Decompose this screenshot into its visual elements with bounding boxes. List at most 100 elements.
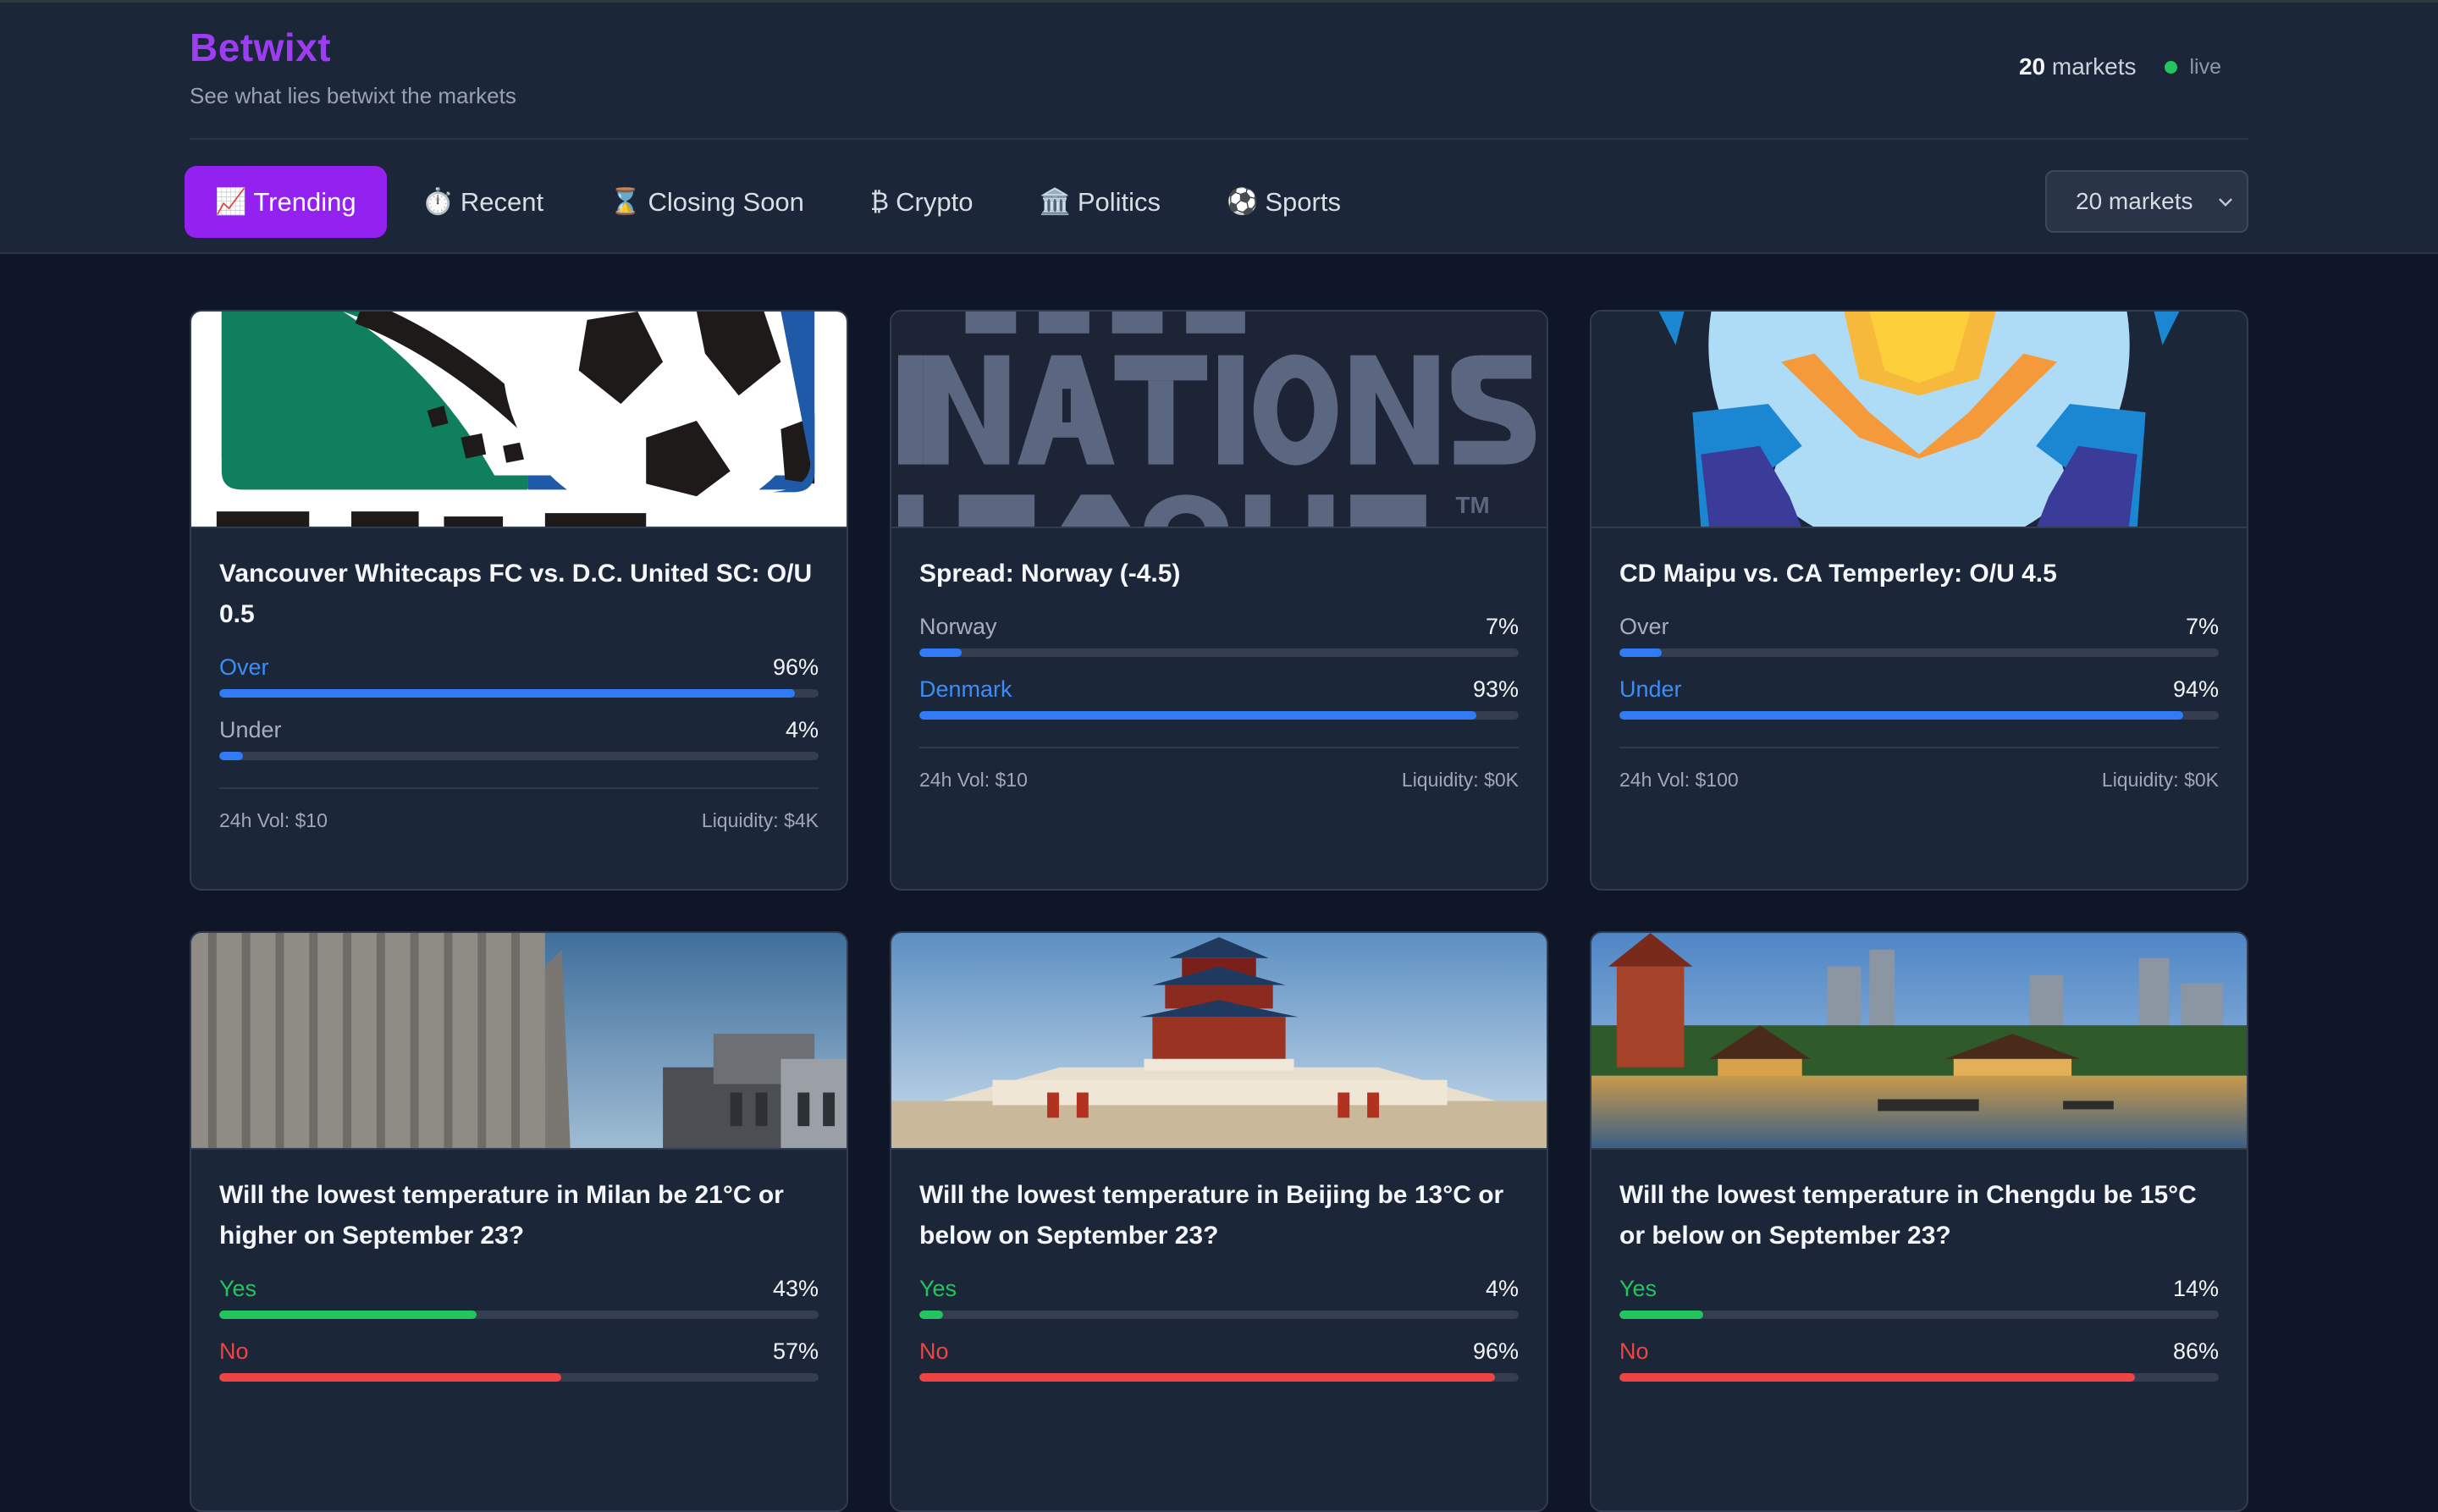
select-value: 20 markets — [2076, 188, 2193, 214]
probability-bar-fill — [219, 1311, 477, 1319]
header-stats: 20 markets live — [2019, 53, 2221, 80]
probability-bar-fill — [219, 689, 795, 698]
volume-24h: 24h Vol: $10 — [919, 769, 1028, 791]
probability-bar — [1619, 648, 2219, 657]
probability-bar-fill — [219, 752, 244, 760]
card-footer: 24h Vol: $10 Liquidity: $4K — [219, 787, 819, 832]
probability-bar-fill — [919, 648, 962, 657]
bitcoin-icon: ₿ — [869, 187, 890, 216]
outcome-yes[interactable]: Yes 4% — [919, 1272, 1519, 1319]
outcome-no[interactable]: No 96% — [919, 1334, 1519, 1382]
card-footer: 24h Vol: $10 Liquidity: $0K — [919, 747, 1519, 792]
outcome-percent: 4% — [1485, 1276, 1519, 1301]
market-card[interactable]: CD Maipu vs. CA Temperley: O/U 4.5 Over … — [1590, 310, 2248, 891]
outcome-label: Yes — [1619, 1276, 1658, 1301]
market-card[interactable]: Will the lowest temperature in Chengdu b… — [1590, 931, 2248, 1512]
tab-closing-soon[interactable]: ⌛ Closing Soon — [579, 166, 835, 238]
outcome-percent: 4% — [785, 717, 819, 742]
market-card[interactable]: Vancouver Whitecaps FC vs. D.C. United S… — [190, 310, 848, 891]
probability-bar — [1619, 711, 2219, 720]
category-tabs: 📈 Trending ⏱️ Recent ⌛ Closing Soon ₿ Cr… — [185, 166, 1371, 238]
probability-bar — [219, 752, 819, 760]
outcome-percent: 14% — [2172, 1276, 2219, 1301]
tab-label: Sports — [1265, 186, 1341, 217]
outcome-percent: 43% — [772, 1276, 819, 1301]
market-title[interactable]: Vancouver Whitecaps FC vs. D.C. United S… — [219, 554, 819, 635]
outcome-label: No — [919, 1338, 949, 1364]
brand-logo[interactable]: Betwixt — [190, 25, 331, 70]
outcome-under[interactable]: Under 94% — [1619, 672, 2219, 720]
outcome-over[interactable]: Over 7% — [1619, 610, 2219, 657]
outcome-over[interactable]: Over 96% — [219, 650, 819, 698]
market-title[interactable]: Will the lowest temperature in Milan be … — [219, 1175, 819, 1256]
tab-label: Closing Soon — [648, 186, 804, 217]
probability-bar — [219, 1373, 819, 1382]
outcome-label: Denmark — [919, 676, 1012, 702]
tab-label: Trending — [253, 186, 356, 217]
stopwatch-icon: ⏱️ — [422, 188, 454, 216]
outcome-norway[interactable]: Norway 7% — [919, 610, 1519, 657]
outcome-percent: 86% — [2172, 1338, 2219, 1364]
probability-bar — [1619, 1311, 2219, 1319]
outcome-no[interactable]: No 57% — [219, 1334, 819, 1382]
soccer-ball-icon: ⚽ — [1227, 188, 1259, 216]
live-label: live — [2189, 54, 2221, 79]
probability-bar-fill — [919, 1373, 1495, 1382]
card-body: Spread: Norway (-4.5) Norway 7% Denmark … — [891, 528, 1547, 792]
tab-crypto[interactable]: ₿ Crypto — [840, 166, 1004, 238]
outcome-percent: 94% — [2172, 676, 2219, 702]
outcome-under[interactable]: Under 4% — [219, 713, 819, 760]
liquidity: Liquidity: $0K — [2101, 769, 2219, 791]
outcome-yes[interactable]: Yes 14% — [1619, 1272, 2219, 1319]
government-building-icon: 🏛️ — [1039, 188, 1071, 216]
volume-24h: 24h Vol: $100 — [1619, 769, 1739, 791]
tagline: See what lies betwixt the markets — [190, 83, 516, 108]
svg-text:TM: TM — [1456, 492, 1490, 518]
mls-logo-image — [191, 312, 847, 528]
outcome-label: Over — [219, 654, 269, 680]
chengdu-riverside-image — [1591, 933, 2247, 1150]
app-header: Betwixt See what lies betwixt the market… — [0, 0, 2438, 254]
outcome-yes[interactable]: Yes 43% — [219, 1272, 819, 1319]
probability-bar-fill — [919, 711, 1477, 720]
card-body: CD Maipu vs. CA Temperley: O/U 4.5 Over … — [1591, 528, 2247, 792]
tab-recent[interactable]: ⏱️ Recent — [392, 166, 575, 238]
tab-trending[interactable]: 📈 Trending — [185, 166, 387, 238]
outcome-label: Norway — [919, 614, 997, 639]
market-count: 20 markets — [2019, 53, 2137, 80]
tab-sports[interactable]: ⚽ Sports — [1196, 166, 1371, 238]
outcome-percent: 7% — [2185, 614, 2219, 639]
probability-bar — [219, 1311, 819, 1319]
card-body: Will the lowest temperature in Milan be … — [191, 1150, 847, 1382]
market-title[interactable]: Will the lowest temperature in Beijing b… — [919, 1175, 1519, 1256]
liquidity: Liquidity: $4K — [701, 809, 819, 831]
probability-bar-fill — [1619, 1311, 1704, 1319]
hourglass-icon: ⌛ — [610, 188, 642, 216]
market-card[interactable]: Will the lowest temperature in Milan be … — [190, 931, 848, 1512]
market-title[interactable]: Spread: Norway (-4.5) — [919, 554, 1519, 594]
market-title[interactable]: Will the lowest temperature in Chengdu b… — [1619, 1175, 2219, 1256]
card-body: Vancouver Whitecaps FC vs. D.C. United S… — [191, 528, 847, 832]
chart-trend-icon: 📈 — [215, 188, 247, 216]
card-body: Will the lowest temperature in Beijing b… — [891, 1150, 1547, 1382]
outcome-percent: 93% — [1472, 676, 1519, 702]
card-body: Will the lowest temperature in Chengdu b… — [1591, 1150, 2247, 1382]
probability-bar — [919, 1311, 1519, 1319]
market-grid: Vancouver Whitecaps FC vs. D.C. United S… — [190, 310, 2248, 1512]
outcome-no[interactable]: No 86% — [1619, 1334, 2219, 1382]
volume-24h: 24h Vol: $10 — [219, 809, 328, 831]
nations-league-logo-image: TM — [891, 312, 1547, 528]
probability-bar — [1619, 1373, 2219, 1382]
outcome-label: Under — [1619, 676, 1682, 702]
probability-bar-fill — [219, 1373, 561, 1382]
market-count-label: markets — [2051, 53, 2137, 80]
tab-politics[interactable]: 🏛️ Politics — [1008, 166, 1191, 238]
market-card[interactable]: TM Spread: Norway (-4.5) Norway 7% Denma… — [890, 310, 1548, 891]
market-card[interactable]: Will the lowest temperature in Beijing b… — [890, 931, 1548, 1512]
header-divider — [190, 138, 2248, 140]
outcome-denmark[interactable]: Denmark 93% — [919, 672, 1519, 720]
market-title[interactable]: CD Maipu vs. CA Temperley: O/U 4.5 — [1619, 554, 2219, 594]
market-count-select[interactable]: 20 markets — [2045, 170, 2248, 233]
probability-bar-fill — [1619, 1373, 2135, 1382]
outcome-label: Under — [219, 717, 282, 742]
